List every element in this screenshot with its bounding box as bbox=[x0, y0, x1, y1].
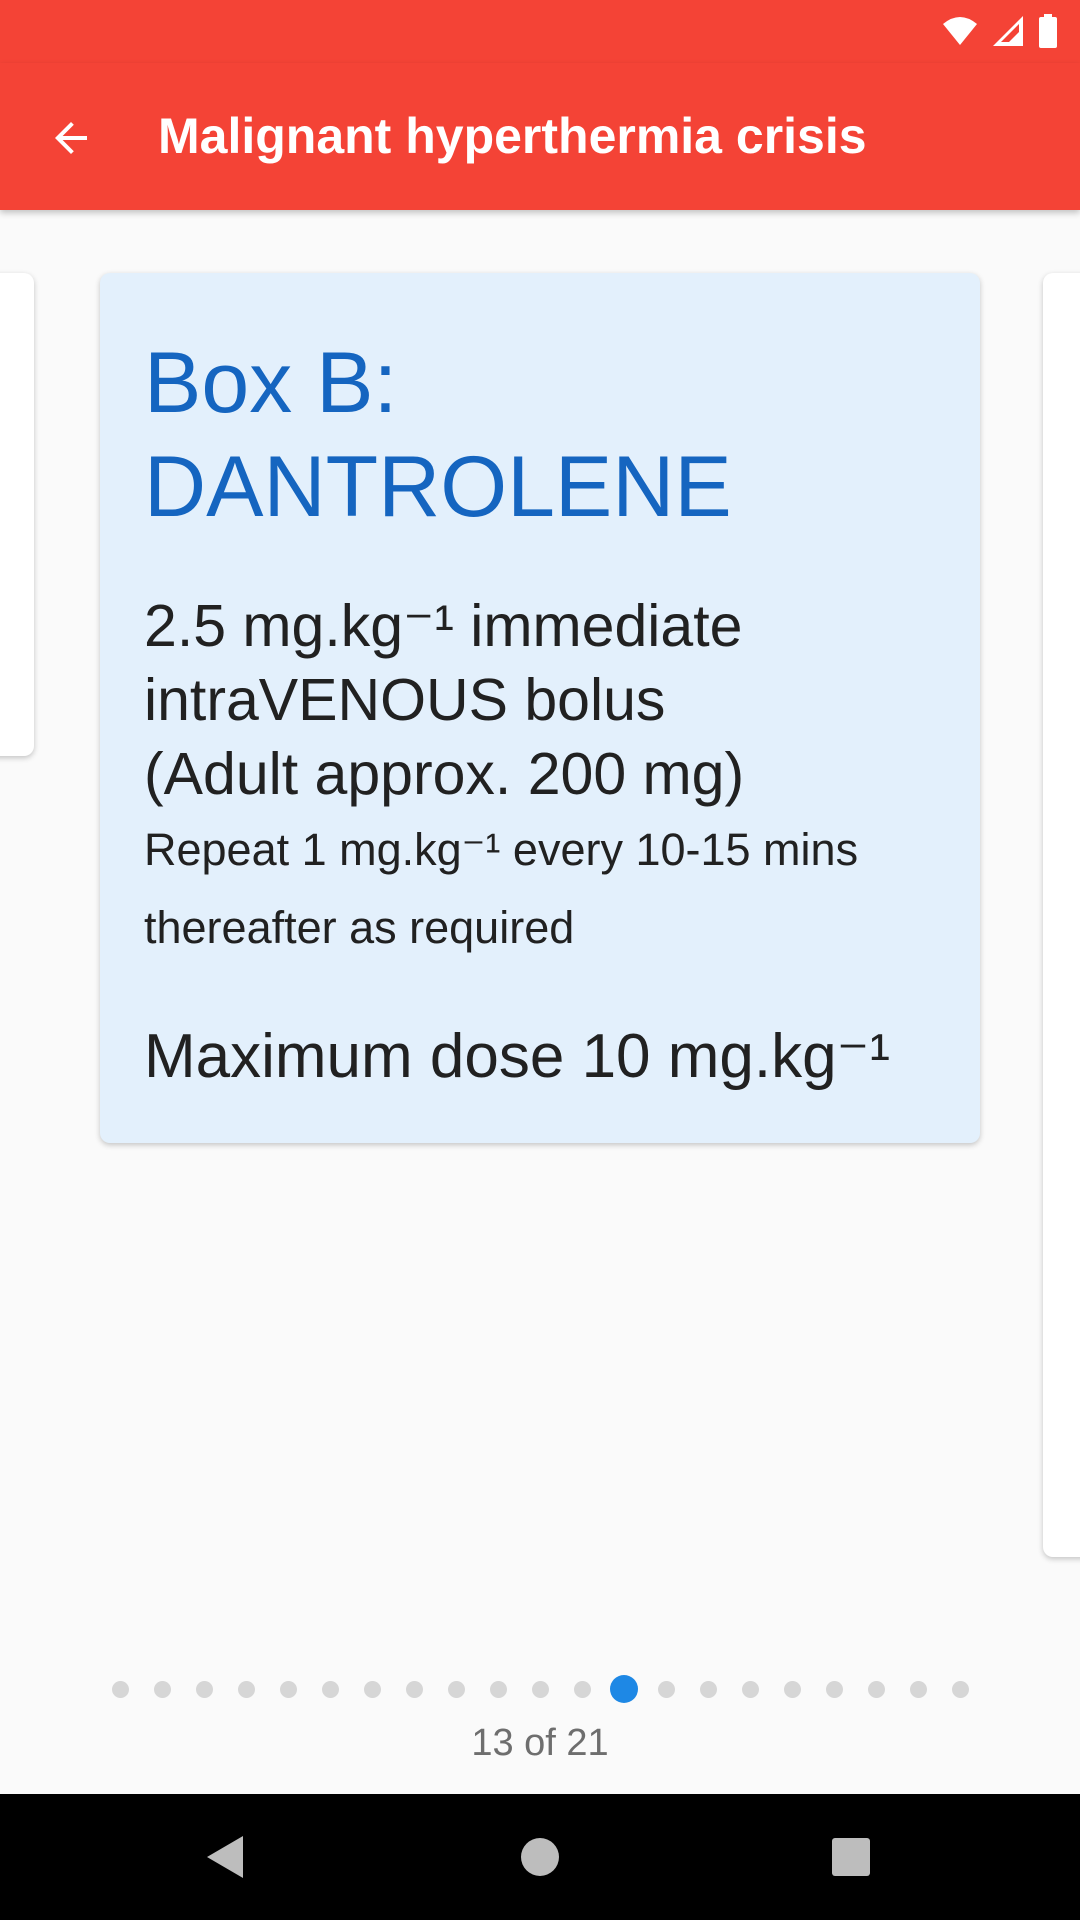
navigation-bar bbox=[0, 1794, 1080, 1920]
back-triangle-icon bbox=[207, 1836, 243, 1878]
page-dot[interactable] bbox=[699, 1681, 717, 1698]
recents-square-icon bbox=[832, 1838, 870, 1876]
next-card[interactable] bbox=[1043, 273, 1080, 1557]
repeat-instructions: Repeat 1 mg.kg⁻¹ every 10-15 mins therea… bbox=[144, 811, 936, 967]
page-dot[interactable] bbox=[153, 1681, 171, 1698]
page-dot[interactable] bbox=[279, 1681, 297, 1698]
previous-card[interactable] bbox=[0, 273, 34, 756]
battery-icon bbox=[1039, 14, 1057, 48]
page-dot[interactable] bbox=[195, 1681, 213, 1698]
card-title: Box B: DANTROLENE bbox=[144, 331, 936, 539]
page-dot-active[interactable] bbox=[610, 1675, 638, 1703]
page-dot[interactable] bbox=[363, 1681, 381, 1698]
page-dot[interactable] bbox=[447, 1681, 465, 1698]
dose-line: (Adult approx. 200 mg) bbox=[144, 741, 745, 807]
page-dot[interactable] bbox=[321, 1681, 339, 1698]
screen: Malignant hyperthermia crisis Box B: DAN… bbox=[0, 0, 1080, 1920]
app-bar: Malignant hyperthermia crisis bbox=[0, 63, 1080, 210]
nav-home-button[interactable] bbox=[500, 1817, 580, 1897]
page-dot[interactable] bbox=[657, 1681, 675, 1698]
repeat-line: thereafter as required bbox=[144, 902, 575, 953]
page-dot[interactable] bbox=[783, 1681, 801, 1698]
arrow-back-icon bbox=[55, 122, 87, 154]
page-indicator bbox=[0, 1669, 1080, 1709]
card-title-line1: Box B: bbox=[144, 335, 398, 431]
page-dot[interactable] bbox=[573, 1681, 591, 1698]
page-dot[interactable] bbox=[825, 1681, 843, 1698]
page-dot[interactable] bbox=[867, 1681, 885, 1698]
nav-back-button[interactable] bbox=[185, 1817, 265, 1897]
card-carousel[interactable]: Box B: DANTROLENE 2.5 mg.kg⁻¹ immediate … bbox=[0, 210, 1080, 1610]
page-dot[interactable] bbox=[111, 1681, 129, 1698]
cellular-signal-icon bbox=[993, 16, 1023, 46]
dose-line: intraVENOUS bolus bbox=[144, 667, 666, 733]
dose-instructions: 2.5 mg.kg⁻¹ immediate intraVENOUS bolus … bbox=[144, 589, 936, 811]
status-bar bbox=[0, 0, 1080, 63]
page-dot[interactable] bbox=[489, 1681, 507, 1698]
card-title-line2: DANTROLENE bbox=[144, 439, 732, 535]
page-dot[interactable] bbox=[531, 1681, 549, 1698]
page-dot[interactable] bbox=[405, 1681, 423, 1698]
dose-line: 2.5 mg.kg⁻¹ immediate bbox=[144, 593, 743, 659]
wifi-icon bbox=[943, 17, 977, 45]
page-counter: 13 of 21 bbox=[471, 1722, 609, 1764]
current-card: Box B: DANTROLENE 2.5 mg.kg⁻¹ immediate … bbox=[100, 273, 980, 1143]
page-title: Malignant hyperthermia crisis bbox=[158, 108, 867, 164]
page-dot[interactable] bbox=[237, 1681, 255, 1698]
page-dot[interactable] bbox=[741, 1681, 759, 1698]
repeat-line: Repeat 1 mg.kg⁻¹ every 10-15 mins bbox=[144, 824, 859, 875]
nav-recents-button[interactable] bbox=[811, 1817, 891, 1897]
status-icons bbox=[942, 14, 1058, 48]
page-dot[interactable] bbox=[909, 1681, 927, 1698]
maximum-dose: Maximum dose 10 mg.kg⁻¹ bbox=[144, 1022, 890, 1091]
home-circle-icon bbox=[521, 1838, 559, 1876]
page-dot[interactable] bbox=[951, 1681, 969, 1698]
back-button[interactable] bbox=[26, 93, 116, 183]
